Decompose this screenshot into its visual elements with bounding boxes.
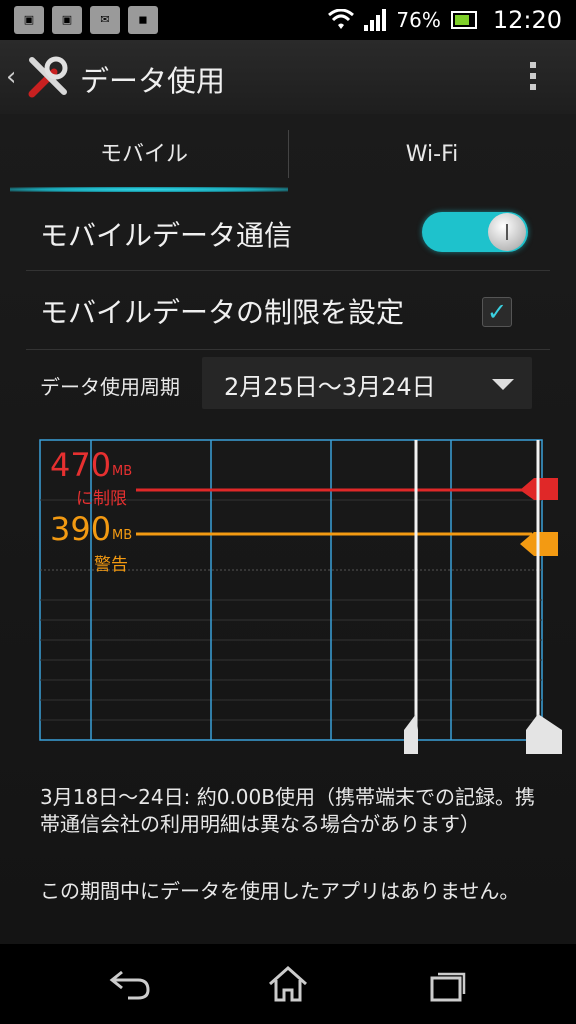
main-content: モバイル Wi-Fi モバイルデータ通信 モバイルデータの制限を設定 ✓ データ… xyxy=(0,114,576,945)
mobile-data-row[interactable]: モバイルデータ通信 xyxy=(26,196,550,271)
back-icon[interactable] xyxy=(108,964,152,1004)
app-notification-icon: ◼ xyxy=(128,6,158,34)
cycle-value: 2月25日〜3月24日 xyxy=(224,373,436,401)
tab-bar: モバイル Wi-Fi xyxy=(0,114,576,194)
clock: 12:20 xyxy=(492,6,562,34)
warning-unit: MB xyxy=(112,528,133,543)
warning-label: 警告 xyxy=(94,555,128,575)
data-limit-row[interactable]: モバイルデータの制限を設定 ✓ xyxy=(26,271,550,350)
limit-unit: MB xyxy=(112,464,133,479)
no-apps-message: この期間中にデータを使用したアプリはありません。 xyxy=(40,879,520,903)
page-title: データ使用 xyxy=(80,64,226,98)
usage-summary: 3月18日〜24日: 約0.00B使用（携帯端末での記録。携帯通信会社の利用明細… xyxy=(40,785,535,836)
wifi-icon xyxy=(328,9,355,29)
settings-tools-icon[interactable] xyxy=(24,54,70,100)
tab-mobile[interactable]: モバイル xyxy=(0,114,288,194)
recent-apps-icon[interactable] xyxy=(426,964,470,1004)
usage-graph[interactable]: 470 MB に制限 390 MB 警告 xyxy=(0,434,576,774)
dropdown-arrow-icon xyxy=(492,379,514,390)
tab-wifi[interactable]: Wi-Fi xyxy=(288,114,576,194)
signal-icon xyxy=(364,9,387,31)
cycle-label: データ使用周期 xyxy=(40,375,180,399)
data-limit-label: モバイルデータの制限を設定 xyxy=(40,296,405,329)
battery-icon xyxy=(450,11,477,29)
data-limit-checkbox[interactable]: ✓ xyxy=(482,297,512,327)
system-icons: 76% 12:20 xyxy=(328,6,562,34)
tab-indicator xyxy=(10,187,288,192)
notification-icon: ▣ xyxy=(52,6,82,34)
cycle-dropdown[interactable]: 2月25日〜3月24日 xyxy=(202,357,532,409)
toggle-knob xyxy=(488,213,526,251)
limit-label: に制限 xyxy=(76,489,127,509)
status-bar: ▣ ▣ ✉ ◼ 76% 12:20 xyxy=(0,0,576,40)
mobile-data-toggle[interactable] xyxy=(422,212,528,252)
notification-icon: ▣ xyxy=(14,6,44,34)
action-bar: ‹ データ使用 xyxy=(0,40,576,115)
battery-percent: 76% xyxy=(396,8,441,32)
back-chevron-icon[interactable]: ‹ xyxy=(6,62,16,92)
warning-value: 390 xyxy=(50,510,112,548)
overflow-menu-icon[interactable] xyxy=(530,62,536,95)
mobile-data-label: モバイルデータ通信 xyxy=(40,219,293,252)
navigation-bar xyxy=(0,944,576,1024)
mail-icon: ✉ xyxy=(90,6,120,34)
notification-icons: ▣ ▣ ✉ ◼ xyxy=(14,6,158,34)
limit-value: 470 xyxy=(50,446,112,484)
home-icon[interactable] xyxy=(266,964,310,1004)
